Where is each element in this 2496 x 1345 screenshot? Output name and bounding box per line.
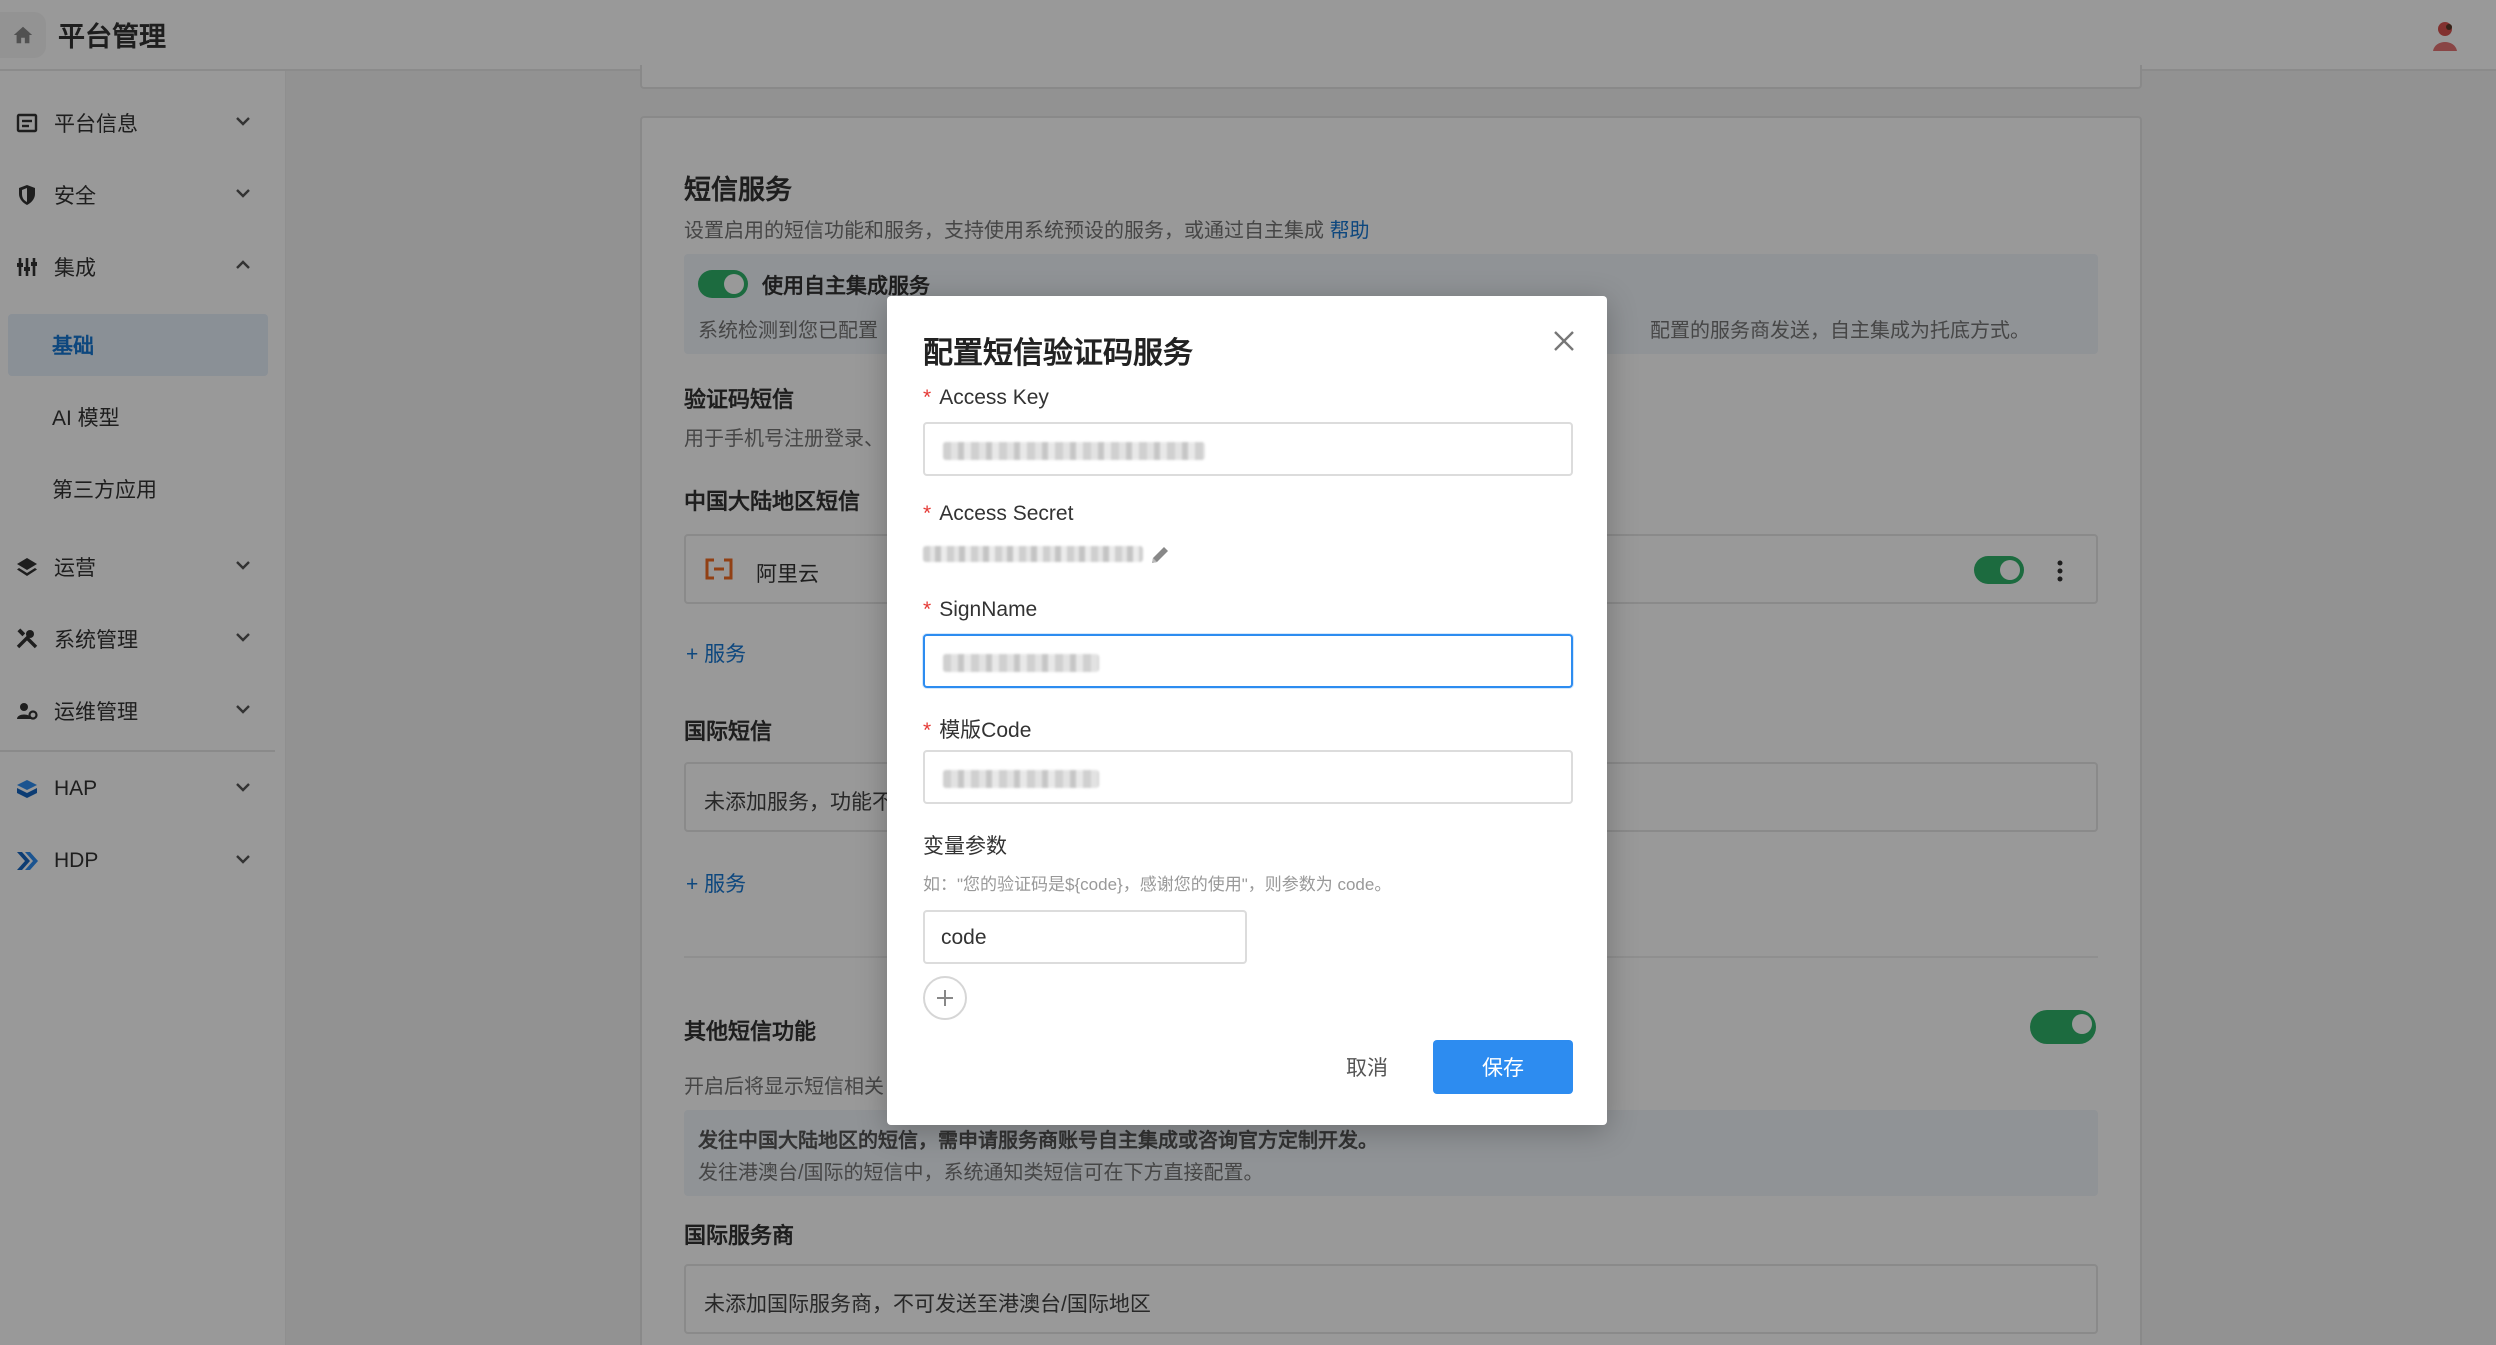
- sign-name-label: * SignName: [923, 598, 1038, 621]
- sign-name-input[interactable]: [923, 634, 1573, 688]
- access-key-label-text: Access Key: [939, 386, 1049, 409]
- close-icon[interactable]: [1551, 328, 1577, 354]
- access-secret-masked: [923, 546, 1143, 562]
- access-key-input[interactable]: [923, 422, 1573, 476]
- variable-value: code: [941, 926, 987, 949]
- plus-icon: [937, 990, 953, 1006]
- access-secret-label: * Access Secret: [923, 502, 1074, 525]
- access-key-label: * Access Key: [923, 386, 1049, 409]
- template-code-label: * 模版Code: [923, 719, 1032, 742]
- add-variable-button[interactable]: [923, 976, 967, 1020]
- template-code-label-text: 模版Code: [939, 719, 1032, 742]
- variables-hint: 如："您的验证码是${code}，感谢您的使用"，则参数为 code。: [923, 875, 1392, 894]
- edit-pencil-icon[interactable]: [1149, 544, 1171, 566]
- template-code-input[interactable]: [923, 750, 1573, 804]
- masked-value: [943, 654, 1099, 672]
- save-button[interactable]: 保存: [1433, 1040, 1573, 1094]
- sign-name-label-text: SignName: [939, 598, 1038, 621]
- access-secret-label-text: Access Secret: [939, 502, 1074, 525]
- variable-input[interactable]: code: [923, 910, 1247, 964]
- masked-value: [943, 770, 1099, 788]
- cancel-button[interactable]: 取消: [1315, 1040, 1419, 1094]
- sms-config-dialog: 配置短信验证码服务 * Access Key * Access Secret * Si…: [887, 296, 1607, 1125]
- variables-label: 变量参数: [923, 835, 1007, 858]
- dialog-title: 配置短信验证码服务: [923, 337, 1193, 370]
- masked-value: [943, 442, 1205, 460]
